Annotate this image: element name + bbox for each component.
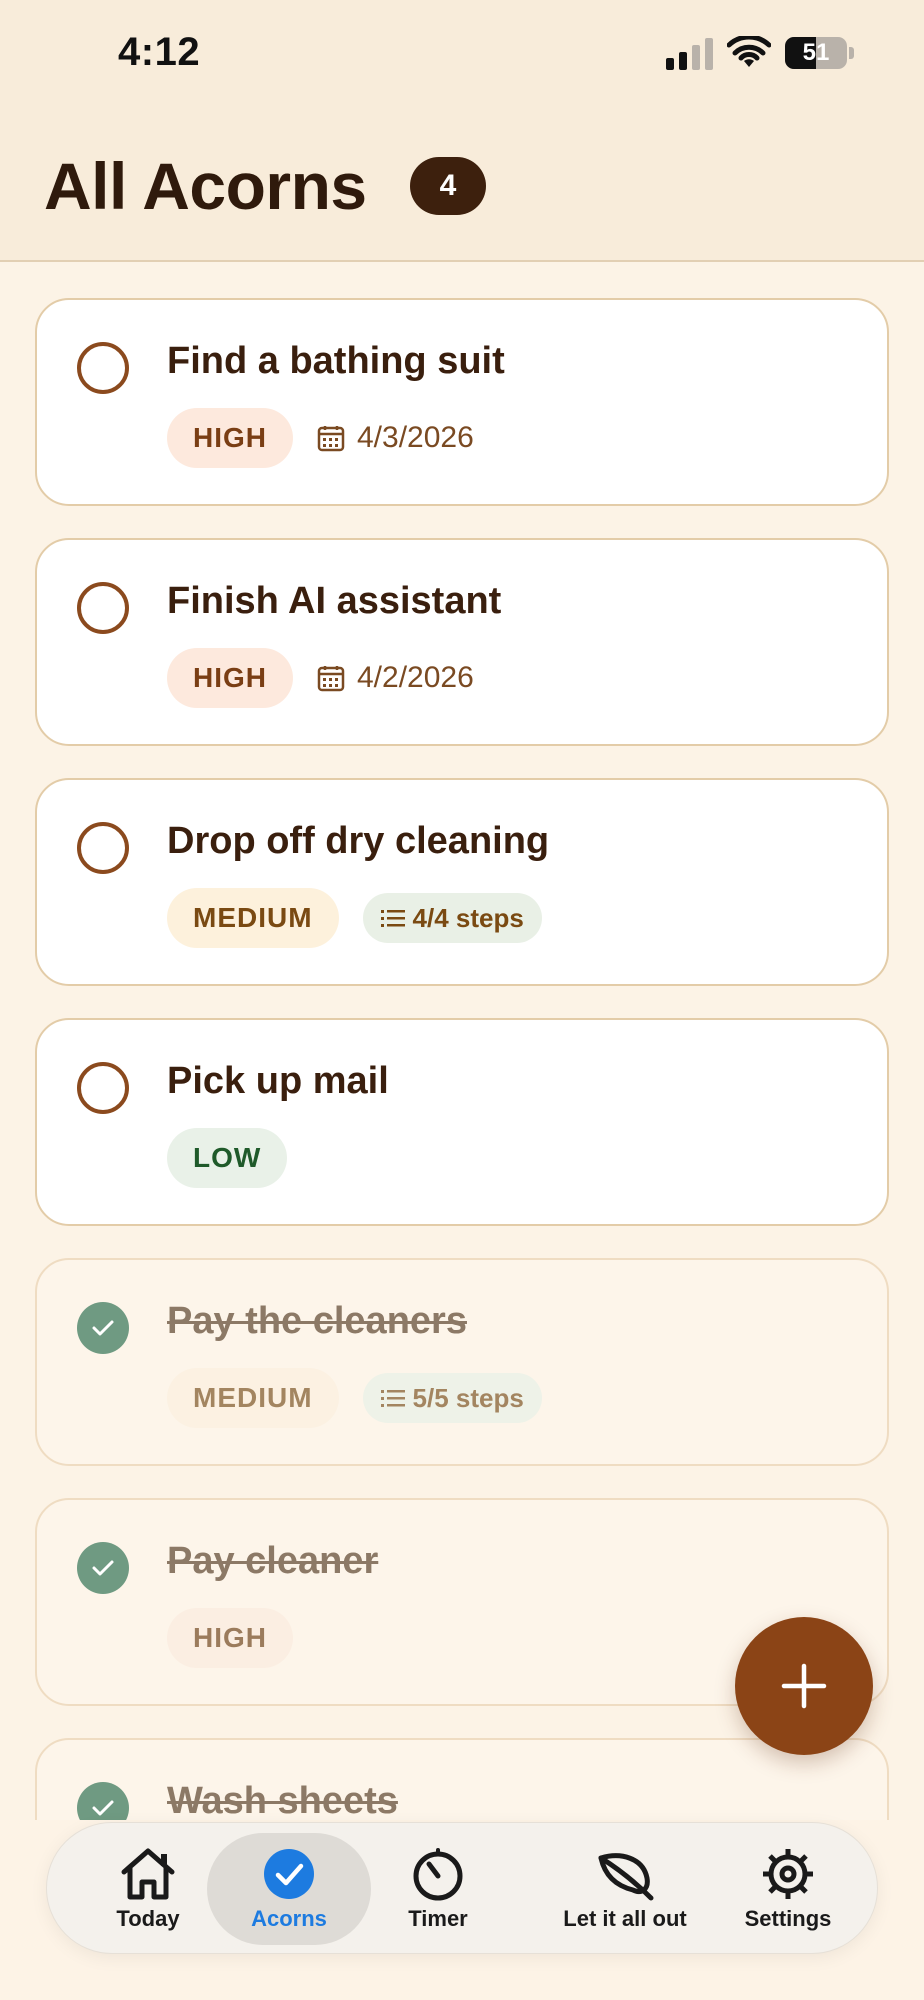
due-date-text: 4/2/2026: [357, 661, 474, 694]
steps-list-icon: [380, 1390, 405, 1407]
home-icon: [121, 1848, 175, 1900]
task-meta: HIGH 4/2/2026: [167, 648, 474, 708]
tab-settings[interactable]: Settings: [733, 1833, 843, 1945]
add-task-button[interactable]: [735, 1617, 873, 1755]
steps-text: 4/4 steps: [412, 902, 524, 933]
due-date: 4/3/2026: [317, 421, 474, 455]
steps-badge: 4/4 steps: [362, 893, 542, 943]
priority-badge: LOW: [167, 1128, 288, 1188]
priority-badge: HIGH: [167, 408, 293, 468]
timer-icon: [413, 1848, 463, 1901]
tab-let-it-all-out[interactable]: Let it all out: [535, 1833, 715, 1945]
task-meta: MEDIUM 4/4 steps: [167, 888, 542, 948]
battery-percent: 51: [802, 39, 830, 66]
tab-label-let-it-all-out: Let it all out: [563, 1906, 687, 1931]
task-title: Find a bathing suit: [167, 340, 505, 382]
checkmark-circle-icon: [264, 1849, 314, 1899]
steps-badge: 5/5 steps: [362, 1373, 542, 1423]
priority-badge: MEDIUM: [167, 888, 339, 948]
task-title: Pay cleaner: [167, 1540, 379, 1582]
plus-icon: [781, 1663, 827, 1709]
task-meta: LOW: [167, 1128, 288, 1188]
checkmark-icon: [92, 1800, 114, 1816]
battery-icon: 51: [785, 37, 847, 69]
steps-text: 5/5 steps: [412, 1382, 524, 1413]
calendar-icon: [317, 666, 345, 692]
tab-label-timer: Timer: [408, 1906, 468, 1931]
due-date: 4/2/2026: [317, 661, 474, 695]
priority-badge: HIGH: [167, 1608, 293, 1668]
task-meta: HIGH: [167, 1608, 293, 1668]
page-title: All Acorns: [44, 149, 367, 223]
task-title: Drop off dry cleaning: [167, 820, 550, 862]
task-checkbox[interactable]: [77, 822, 129, 874]
tab-label-acorns: Acorns: [251, 1906, 327, 1931]
gear-icon: [763, 1849, 813, 1899]
task-card[interactable]: Pay the cleaners MEDIUM 5/5 steps: [35, 1258, 889, 1466]
steps-list-icon: [380, 910, 405, 927]
status-icons: 51: [666, 36, 854, 70]
wifi-icon: [727, 36, 771, 67]
task-card[interactable]: Find a bathing suit HIGH 4/3/2026: [35, 298, 889, 506]
tab-label-settings: Settings: [744, 1906, 832, 1931]
completed-checkbox[interactable]: [77, 1302, 129, 1354]
status-bar: 4:12 51: [0, 0, 924, 110]
completed-checkbox[interactable]: [77, 1542, 129, 1594]
task-card[interactable]: Finish AI assistant HIGH 4/2/2026: [35, 538, 889, 746]
task-title: Pick up mail: [167, 1060, 389, 1102]
leaf-icon: [598, 1853, 654, 1901]
tab-label-today: Today: [116, 1906, 180, 1931]
task-checkbox[interactable]: [77, 342, 129, 394]
tab-bar: Today Acorns Timer Let it all out Settin…: [46, 1822, 878, 1954]
battery-tip: [849, 47, 854, 59]
status-time: 4:12: [118, 30, 201, 74]
checkmark-icon: [92, 1320, 114, 1336]
header: All Acorns 4: [0, 110, 924, 262]
priority-badge: HIGH: [167, 648, 293, 708]
task-meta: MEDIUM 5/5 steps: [167, 1368, 542, 1428]
tab-today[interactable]: Today: [93, 1833, 203, 1945]
task-title: Wash sheets: [167, 1780, 398, 1822]
task-title: Pay the cleaners: [167, 1300, 467, 1342]
calendar-icon: [317, 426, 345, 452]
count-badge: 4: [410, 157, 486, 215]
cellular-signal-icon: [666, 36, 713, 70]
task-title: Finish AI assistant: [167, 580, 502, 622]
tab-acorns[interactable]: Acorns: [207, 1833, 371, 1945]
tab-timer[interactable]: Timer: [383, 1833, 493, 1945]
due-date-text: 4/3/2026: [357, 421, 474, 454]
task-card[interactable]: Drop off dry cleaning MEDIUM 4/4 steps: [35, 778, 889, 986]
checkmark-icon: [92, 1560, 114, 1576]
priority-badge: MEDIUM: [167, 1368, 339, 1428]
task-checkbox[interactable]: [77, 1062, 129, 1114]
task-card[interactable]: Pick up mail LOW: [35, 1018, 889, 1226]
task-meta: HIGH 4/3/2026: [167, 408, 474, 468]
task-checkbox[interactable]: [77, 582, 129, 634]
